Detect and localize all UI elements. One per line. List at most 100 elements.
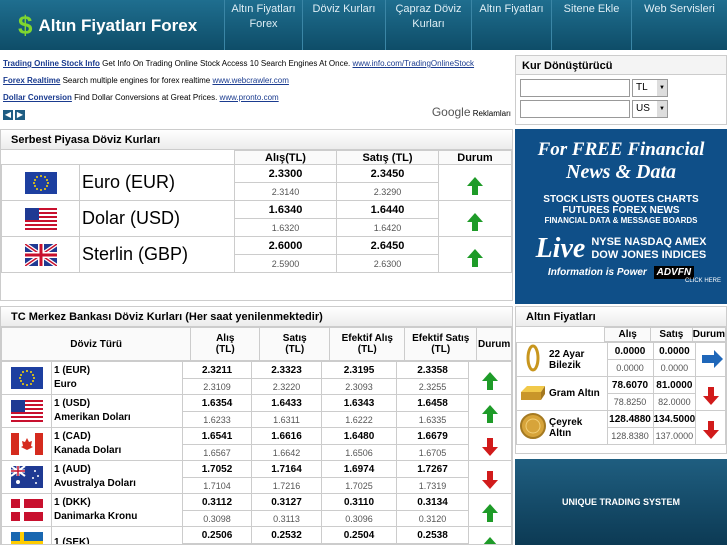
prev-eff-buy: 1.6506	[321, 444, 397, 461]
gold-name: Gram Altın	[549, 376, 608, 411]
header-buy: Alış	[604, 327, 651, 342]
eff-buy-value: 1.6480	[321, 427, 397, 445]
ad-url[interactable]: www.pronto.com	[220, 93, 279, 102]
nav-label: Altın Fiyatları Forex	[231, 3, 296, 30]
nav-sitene-ekle[interactable]: Sitene Ekle	[551, 0, 631, 50]
prev-sell: 2.3290	[336, 182, 439, 201]
ad-url[interactable]: www.webcrawler.com	[212, 76, 288, 85]
nav-capraz-doviz[interactable]: Çapraz Döviz Kurları	[385, 0, 471, 50]
eff-buy-value: 0.2504	[321, 526, 397, 544]
prev-sell: 1.6311	[251, 411, 322, 428]
flag-dkk-icon	[1, 493, 52, 527]
google-ads-label[interactable]: Google Reklamları	[432, 105, 511, 119]
converter-title: Kur Dönüştürücü	[516, 56, 726, 75]
status-cell	[695, 342, 726, 377]
table-row: 1 (USD) Amerikan Doları 1.6354 1.6433 1.6…	[1, 394, 512, 428]
currency-name: Euro (EUR)	[79, 164, 235, 201]
nav-altin-forex[interactable]: Altın Fiyatları Forex	[224, 0, 302, 50]
arrow-down-icon	[482, 437, 498, 456]
site-logo[interactable]: $ Altın Fiyatları Forex	[18, 10, 197, 41]
select-value: US	[636, 103, 650, 114]
status-cell	[695, 376, 726, 411]
ad-indices: DOW JONES INDICES	[591, 249, 707, 261]
select-value: TL	[636, 82, 648, 93]
arrow-up-icon	[482, 405, 498, 423]
amount-input-to[interactable]	[520, 100, 630, 118]
gold-coin-icon	[520, 413, 546, 439]
buy-value: 1.6541	[182, 427, 252, 445]
ad-live: Live	[535, 233, 586, 264]
nav-label: Web Servisleri	[644, 3, 715, 15]
sell-value: 2.3323	[251, 361, 322, 379]
status-cell	[695, 410, 726, 445]
buy-value: 2.6000	[234, 236, 337, 255]
arrow-up-icon	[467, 248, 483, 267]
bracelet-icon	[526, 344, 540, 372]
eff-buy-value: 2.3195	[321, 361, 397, 379]
currency-code: 1 (EUR)	[54, 365, 91, 376]
buy-value: 2.3211	[182, 361, 252, 379]
ad-click: CLICK HERE	[684, 278, 721, 284]
ad-url[interactable]: www.info.com/TradingOnlineStock	[353, 59, 475, 68]
ad-line: FINANCIAL DATA & MESSAGE BOARDS	[544, 216, 698, 225]
site-title: Altın Fiyatları Forex	[38, 15, 198, 35]
table-row: 1 (AUD) Avustralya Doları 1.7052 1.7164 1…	[1, 460, 512, 494]
status-cell	[468, 361, 512, 395]
google-logo: Google	[431, 105, 471, 119]
currency-select-from[interactable]: TL ▼	[632, 79, 668, 97]
nav-label: Çapraz Döviz Kurları	[395, 3, 462, 30]
buy-value: 78.6070	[606, 376, 654, 394]
currency-code: 1 (SEK)	[54, 537, 90, 545]
nav-doviz-kurlari[interactable]: Döviz Kurları	[302, 0, 385, 50]
table-row: Dolar (USD) 1.6340 1.6440	[1, 200, 512, 237]
gold-icon-cell	[516, 410, 549, 445]
buy-value: 0.3112	[182, 493, 252, 511]
central-bank-table: Döviz Türü Alış (TL) Satış (TL) Efektif …	[1, 327, 512, 361]
empty-header	[1, 150, 80, 165]
nav-altin-fiyatlari[interactable]: Altın Fiyatları	[471, 0, 551, 50]
panel-title: Serbest Piyasa Döviz Kurları	[1, 130, 512, 150]
buy-value: 0.0000	[606, 342, 654, 360]
free-market-panel: Serbest Piyasa Döviz Kurları Alış(TL) Sa…	[0, 129, 513, 301]
ad-text: UNIQUE TRADING SYSTEM	[561, 497, 680, 507]
eff-sell-value: 1.6458	[396, 394, 469, 412]
amount-input-from[interactable]	[520, 79, 630, 97]
prev-buy: 2.3109	[182, 378, 252, 395]
prev-eff-buy: 2.3093	[321, 378, 397, 395]
table-row: 22 Ayar Bilezik 0.0000 0.0000	[516, 342, 726, 377]
advfn-banner[interactable]: For FREE Financial News & Data STOCK LIS…	[515, 129, 727, 304]
ad-title-link[interactable]: Dollar Conversion	[3, 93, 72, 102]
table-row: Çeyrek Altın 128.4880 134.5000	[516, 410, 726, 445]
prev-sell: 2.3220	[251, 378, 322, 395]
status-cell	[468, 526, 512, 544]
trading-system-banner[interactable]: UNIQUE TRADING SYSTEM	[515, 459, 727, 545]
ad-title-link[interactable]: Forex Realtime	[3, 76, 60, 85]
central-bank-rows: 1 (EUR) Euro 2.3211 2.3323 2.3195 2.3358 …	[1, 361, 512, 545]
ad-item: Trading Online Stock Info Get Info On Tr…	[0, 55, 513, 72]
buy-value: 1.6354	[182, 394, 252, 412]
sell-value: 1.6433	[251, 394, 322, 412]
currency-select-to[interactable]: US ▼	[632, 100, 668, 118]
prev-buy: 128.8380	[606, 427, 654, 445]
prev-arrow-icon[interactable]: ◀	[3, 110, 13, 120]
gold-rows: 22 Ayar Bilezik 0.0000 0.0000 0.0000 0.0…	[516, 342, 726, 445]
currency-code: 1 (AUD)	[54, 464, 91, 475]
currency-name: Amerikan Doları	[54, 412, 131, 423]
sell-value: 1.6616	[251, 427, 322, 445]
ads-label: Reklamları	[472, 109, 511, 118]
eff-sell-value: 0.3134	[396, 493, 469, 511]
nav-web-servisleri[interactable]: Web Servisleri	[631, 0, 727, 50]
currency-code: 1 (USD)	[54, 398, 91, 409]
prev-buy: 0.3098	[182, 510, 252, 527]
prev-buy: 1.7104	[182, 477, 252, 494]
prev-eff-buy: 1.6222	[321, 411, 397, 428]
header-buy: Alış (TL)	[190, 327, 261, 361]
nav-label: Altın Fiyatları	[479, 3, 544, 15]
empty-header	[79, 150, 235, 165]
sell-value: 1.7164	[251, 460, 322, 478]
next-arrow-icon[interactable]: ▶	[15, 110, 25, 120]
ad-title-link[interactable]: Trading Online Stock Info	[3, 59, 100, 68]
table-row: 1 (EUR) Euro 2.3211 2.3323 2.3195 2.3358	[1, 361, 512, 395]
prev-buy: 1.6233	[182, 411, 252, 428]
dropdown-arrow-icon: ▼	[657, 101, 667, 117]
